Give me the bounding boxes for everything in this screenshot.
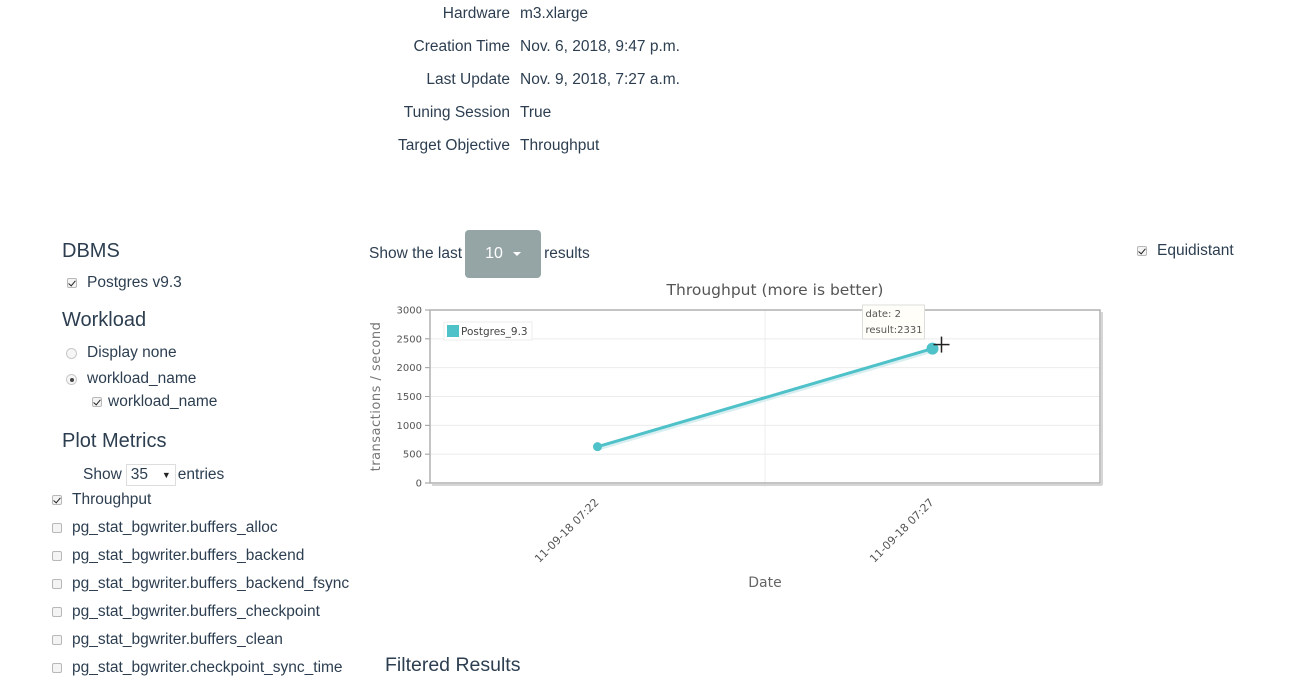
y-tick-label: 1500 xyxy=(397,392,422,403)
results-suffix: results xyxy=(544,245,590,262)
info-value: Nov. 6, 2018, 9:47 p.m. xyxy=(520,38,680,55)
metric-item[interactable]: Throughput xyxy=(52,491,151,509)
workload-heading: Workload xyxy=(62,309,147,331)
checkbox[interactable] xyxy=(92,397,102,407)
metric-label: pg_stat_bgwriter.checkpoint_sync_time xyxy=(72,659,343,676)
metric-label: pg_stat_bgwriter.buffers_clean xyxy=(72,631,283,648)
metric-item[interactable]: pg_stat_bgwriter.buffers_checkpoint xyxy=(52,603,320,621)
entries-control: Show 35 ▼ entries xyxy=(83,464,224,486)
metric-item[interactable]: pg_stat_bgwriter.buffers_clean xyxy=(52,631,283,649)
workload-option-none[interactable]: Display none xyxy=(66,344,177,362)
checkbox[interactable] xyxy=(52,551,62,561)
legend-label: Postgres_9.3 xyxy=(461,326,528,338)
info-label: Target Objective xyxy=(398,137,510,154)
y-tick-label: 3000 xyxy=(397,306,422,317)
chart-svg: Throughput (more is better) 0 500 1000 1500 2… xyxy=(369,281,1103,591)
chart-title: Throughput (more is better) xyxy=(666,281,884,299)
info-label: Hardware xyxy=(442,5,510,22)
entries-value: 35 xyxy=(130,466,149,483)
info-row: Target Objective Throughput xyxy=(340,134,740,167)
y-tick-label: 500 xyxy=(403,450,422,461)
tooltip-line: date: 2 xyxy=(866,309,901,320)
y-tick-label: 0 xyxy=(416,479,422,490)
entries-select[interactable]: 35 ▼ xyxy=(125,464,176,486)
series-line-shadow xyxy=(598,348,935,451)
checkbox[interactable] xyxy=(52,607,62,617)
workload-option-label: workload_name xyxy=(87,370,197,387)
filtered-results-heading: Filtered Results xyxy=(385,654,521,676)
x-axis-label: Date xyxy=(748,575,781,591)
tooltip-line: result:2331 xyxy=(866,325,923,336)
equidistant-label: Equidistant xyxy=(1157,242,1234,259)
info-label: Creation Time xyxy=(413,38,510,55)
y-axis-label: transactions / second xyxy=(369,322,384,472)
checkbox[interactable] xyxy=(52,523,62,533)
checkbox[interactable] xyxy=(52,495,62,505)
plot-metrics-heading: Plot Metrics xyxy=(62,430,167,452)
info-label: Tuning Session xyxy=(403,104,510,121)
info-row: Hardware m3.xlarge xyxy=(340,2,740,35)
radio-button[interactable] xyxy=(66,347,77,359)
workload-option-label: Display none xyxy=(87,344,177,361)
dropdown-arrow-icon: ▼ xyxy=(161,470,171,480)
metric-item[interactable]: pg_stat_bgwriter.buffers_backend xyxy=(52,547,304,565)
results-control: Show the last 10 results xyxy=(369,230,590,278)
dbms-heading: DBMS xyxy=(62,240,120,262)
checkbox[interactable] xyxy=(52,663,62,673)
radio-button[interactable] xyxy=(66,373,77,385)
results-count-value: 10 xyxy=(485,245,503,262)
info-row: Last Update Nov. 9, 2018, 7:27 a.m. xyxy=(340,68,740,101)
info-label: Last Update xyxy=(426,71,510,88)
results-prefix: Show the last xyxy=(369,245,463,262)
metric-item[interactable]: pg_stat_bgwriter.buffers_alloc xyxy=(52,519,278,537)
metric-item[interactable]: pg_stat_bgwriter.checkpoint_sync_time xyxy=(52,659,343,677)
checkbox[interactable] xyxy=(52,579,62,589)
show-label: Show xyxy=(83,466,122,483)
info-value: m3.xlarge xyxy=(520,5,589,22)
workload-sub-item-label: workload_name xyxy=(108,393,218,410)
info-value: Throughput xyxy=(520,137,600,154)
checkbox[interactable] xyxy=(67,278,77,288)
throughput-chart: Throughput (more is better) 0 500 1000 1500 2… xyxy=(360,275,1120,605)
metric-item[interactable]: pg_stat_bgwriter.buffers_backend_fsync xyxy=(52,575,349,593)
metric-label: pg_stat_bgwriter.buffers_checkpoint xyxy=(72,603,320,620)
workload-sub-item[interactable]: workload_name xyxy=(92,393,217,411)
info-value: Nov. 9, 2018, 7:27 a.m. xyxy=(520,71,680,88)
y-tick-label: 2500 xyxy=(397,334,422,345)
equidistant-toggle[interactable]: Equidistant xyxy=(1137,242,1234,260)
dbms-item-label: Postgres v9.3 xyxy=(87,274,182,291)
x-tick-label: 11-09-18 07:27 xyxy=(867,496,936,565)
info-row: Creation Time Nov. 6, 2018, 9:47 p.m. xyxy=(340,35,740,68)
caret-down-icon xyxy=(512,252,521,256)
metric-label: pg_stat_bgwriter.buffers_backend_fsync xyxy=(72,575,350,592)
checkbox[interactable] xyxy=(52,635,62,645)
data-point xyxy=(593,442,602,452)
entries-label: entries xyxy=(177,466,225,483)
metric-label: pg_stat_bgwriter.buffers_alloc xyxy=(72,519,278,536)
metric-label: pg_stat_bgwriter.buffers_backend xyxy=(72,547,305,564)
info-row: Tuning Session True xyxy=(340,101,740,134)
legend-swatch xyxy=(447,325,459,337)
metric-label: Throughput xyxy=(72,491,152,508)
workload-option-workload-name[interactable]: workload_name xyxy=(66,370,196,388)
dbms-item-postgres[interactable]: Postgres v9.3 xyxy=(67,274,182,292)
checkbox[interactable] xyxy=(1137,246,1147,256)
results-count-dropdown[interactable]: 10 xyxy=(465,230,542,278)
y-tick-label: 1000 xyxy=(397,421,422,432)
y-tick-label: 2000 xyxy=(397,363,422,374)
x-tick-label: 11-09-18 07:22 xyxy=(532,496,601,565)
info-value: True xyxy=(520,104,552,121)
